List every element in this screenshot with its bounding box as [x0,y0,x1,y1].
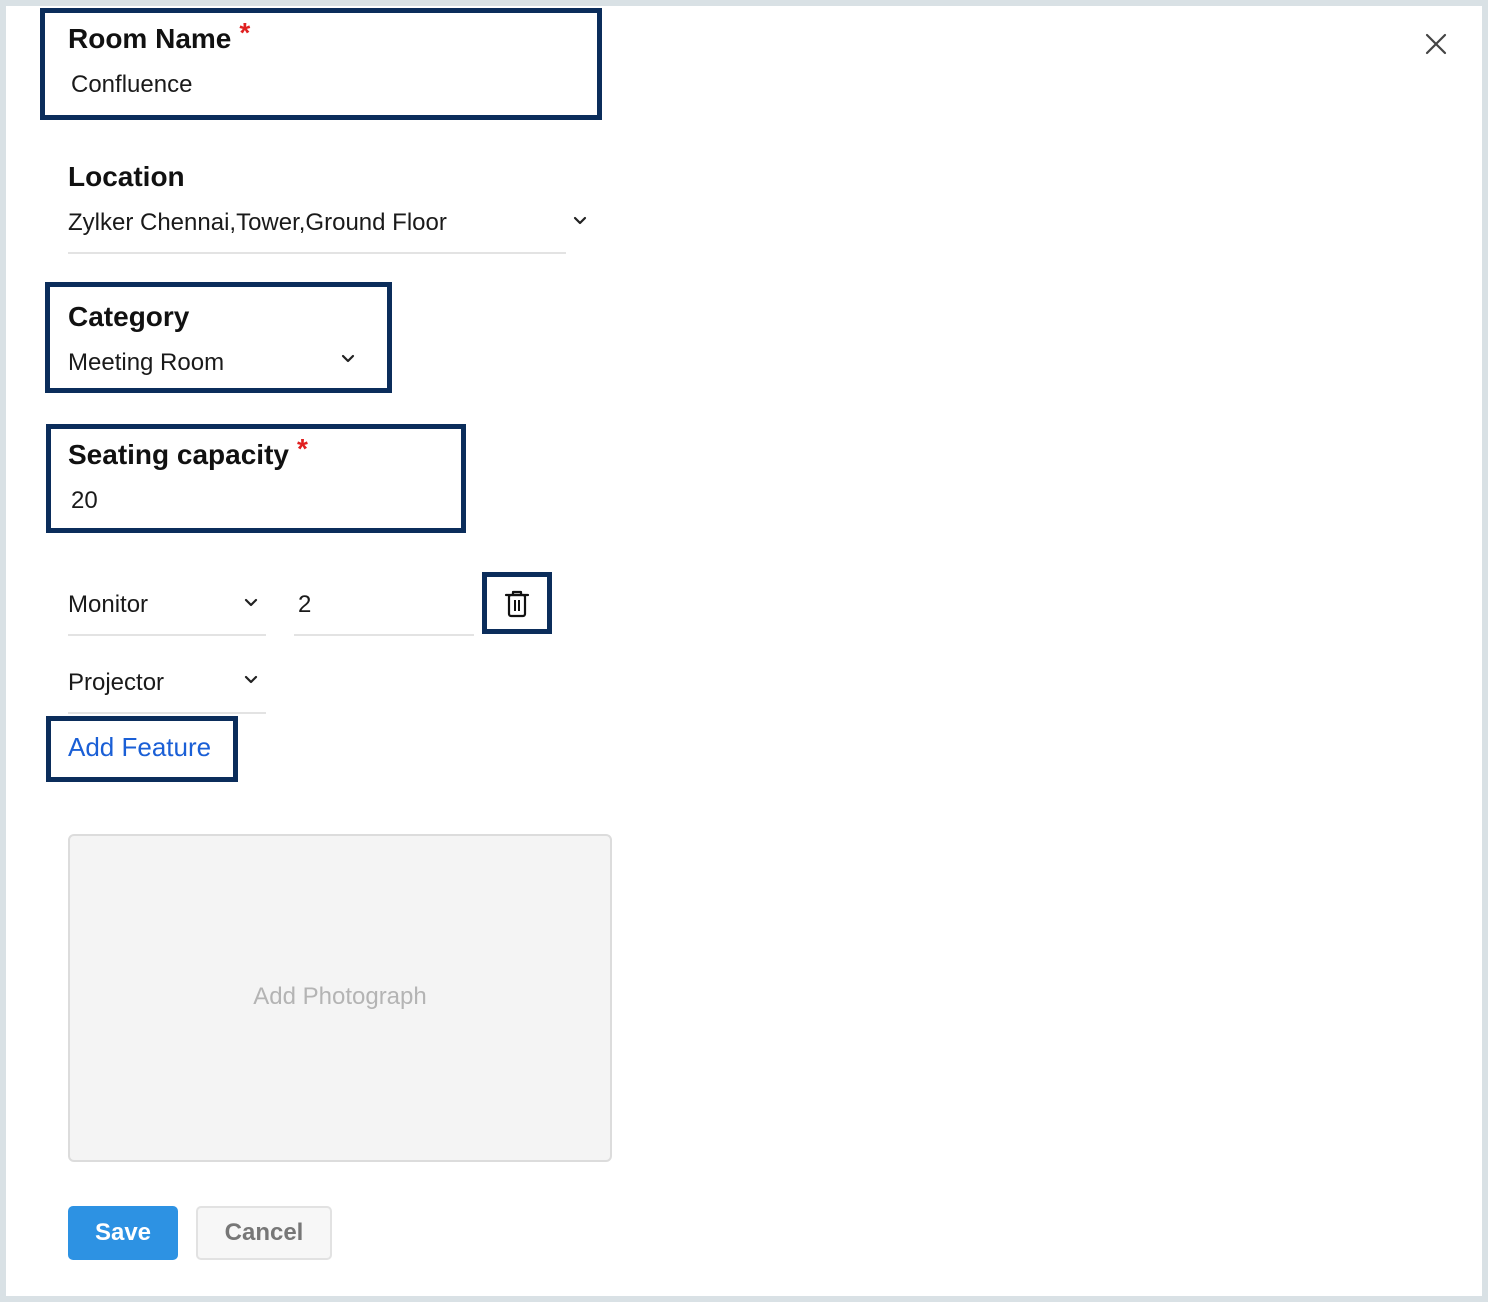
cancel-button[interactable]: Cancel [196,1206,332,1260]
add-photograph-label: Add Photograph [253,983,427,1010]
feature-select-underline [68,712,266,714]
close-icon[interactable] [1420,28,1452,60]
save-button[interactable]: Save [68,1206,178,1260]
chevron-down-icon[interactable] [573,216,587,226]
feature-select-projector[interactable]: Projector [68,668,164,698]
required-mark: * [296,433,308,464]
feature-quantity-underline [294,634,474,636]
chevron-down-icon[interactable] [244,675,258,685]
add-photograph-dropzone[interactable]: Add Photograph [68,834,612,1162]
feature-quantity-input[interactable]: 2 [298,590,311,620]
feature-select-monitor[interactable]: Monitor [68,590,148,620]
location-underline [68,252,566,254]
chevron-down-icon[interactable] [341,354,355,364]
trash-icon[interactable] [501,587,533,619]
room-name-label: Room Name * [68,17,251,54]
location-label: Location [68,161,185,192]
required-mark: * [239,17,251,48]
seating-capacity-input[interactable]: 20 [71,486,98,516]
chevron-down-icon[interactable] [244,598,258,608]
room-name-input[interactable]: Confluence [71,70,192,100]
category-select[interactable]: Meeting Room [68,348,224,378]
add-feature-link[interactable]: Add Feature [68,731,211,763]
location-select[interactable]: Zylker Chennai,Tower,Ground Floor [68,208,447,238]
feature-select-underline [68,634,266,636]
category-label: Category [68,301,190,332]
seating-capacity-label: Seating capacity * [68,433,308,470]
